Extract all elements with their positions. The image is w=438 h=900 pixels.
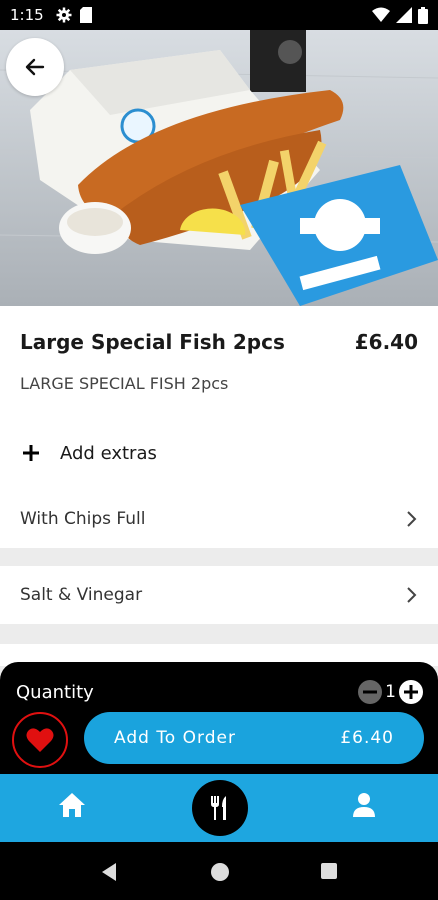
item-price: £6.40 <box>354 330 418 354</box>
option-row-chips[interactable]: With Chips Full <box>0 490 438 548</box>
home-icon[interactable] <box>58 792 86 818</box>
favorite-button[interactable] <box>12 712 68 768</box>
cutlery-icon <box>211 796 226 820</box>
chevron-right-icon <box>407 587 417 603</box>
system-nav-bar <box>0 842 438 900</box>
option-label: With Chips Full <box>20 509 146 529</box>
user-icon[interactable] <box>352 792 376 818</box>
quantity-stepper: 1 <box>357 679 424 705</box>
order-panel: Quantity 1 Add To Order £6.40 <box>0 662 438 774</box>
battery-icon <box>418 6 428 24</box>
system-home-icon[interactable] <box>210 862 230 882</box>
option-label: Salt & Vinegar <box>20 585 143 605</box>
fish-and-chips-photo <box>0 30 438 306</box>
heart-icon <box>26 728 54 752</box>
add-to-order-price: £6.40 <box>340 728 394 748</box>
system-back-icon[interactable] <box>100 862 118 882</box>
menu-button[interactable] <box>192 780 248 836</box>
add-extras-button[interactable]: Add extras <box>20 442 157 464</box>
item-description: LARGE SPECIAL FISH 2pcs <box>20 374 229 393</box>
item-info: Large Special Fish 2pcs £6.40 LARGE SPEC… <box>0 306 438 490</box>
wifi-icon <box>372 7 390 22</box>
add-to-order-button[interactable]: Add To Order £6.40 <box>84 712 424 764</box>
plus-icon <box>23 445 39 461</box>
back-button[interactable] <box>6 38 64 96</box>
chevron-right-icon <box>407 511 417 527</box>
sd-card-icon <box>79 7 92 23</box>
add-extras-label: Add extras <box>60 442 157 464</box>
arrow-left-icon <box>25 58 45 76</box>
item-title: Large Special Fish 2pcs <box>20 330 285 354</box>
minus-circle-icon[interactable] <box>357 679 383 705</box>
product-image <box>0 30 438 306</box>
option-row-salt-vinegar[interactable]: Salt & Vinegar <box>0 566 438 624</box>
status-bar: 1:15 <box>0 0 438 30</box>
bottom-nav <box>0 774 438 842</box>
gear-icon <box>56 7 72 23</box>
system-recents-icon[interactable] <box>320 862 338 880</box>
signal-icon <box>396 7 412 23</box>
quantity-value: 1 <box>385 682 396 702</box>
add-to-order-label: Add To Order <box>114 728 236 748</box>
plus-circle-icon[interactable] <box>398 679 424 705</box>
status-time: 1:15 <box>10 6 44 24</box>
quantity-label: Quantity <box>16 682 94 703</box>
